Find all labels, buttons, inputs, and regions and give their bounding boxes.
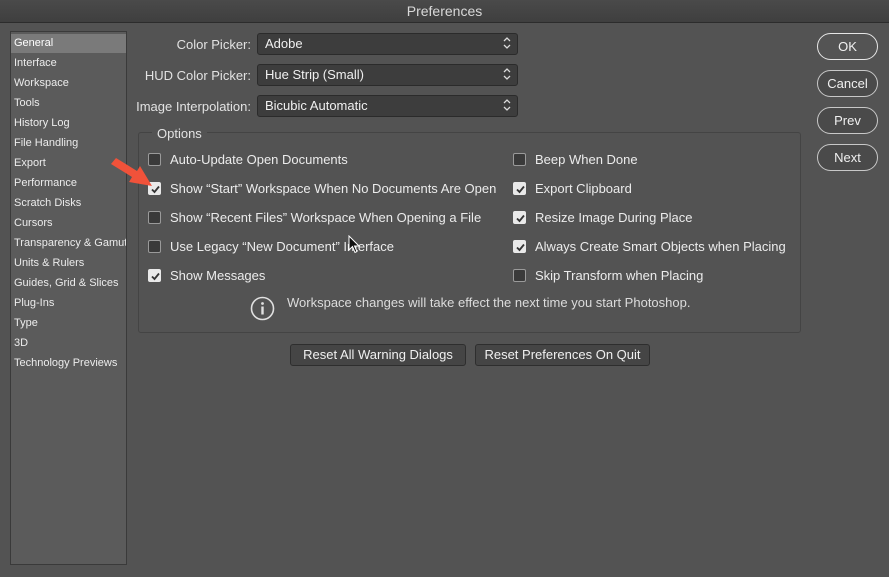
info-icon [250, 296, 275, 321]
sidebar-item-technology-previews[interactable]: Technology Previews [11, 354, 126, 373]
chevron-up-down-icon [503, 37, 511, 49]
beep-when-done-label: Beep When Done [535, 152, 638, 167]
show-recent-files-checkbox[interactable] [148, 211, 161, 224]
sidebar-item-guides-grid-slices[interactable]: Guides, Grid & Slices [11, 274, 126, 293]
show-messages-checkbox[interactable] [148, 269, 161, 282]
hud-color-picker-select[interactable]: Hue Strip (Small) [257, 64, 518, 86]
smart-objects-checkbox[interactable] [513, 240, 526, 253]
sidebar-item-tools[interactable]: Tools [11, 94, 126, 113]
reset-warning-dialogs-button[interactable]: Reset All Warning Dialogs [290, 344, 466, 366]
annotation-arrow-icon [111, 158, 152, 186]
export-clipboard-checkbox[interactable] [513, 182, 526, 195]
sidebar-item-workspace[interactable]: Workspace [11, 74, 126, 93]
skip-transform-checkbox[interactable] [513, 269, 526, 282]
show-start-workspace-label: Show “Start” Workspace When No Documents… [170, 181, 497, 196]
sidebar: General Interface Workspace Tools Histor… [10, 31, 127, 565]
image-interpolation-select[interactable]: Bicubic Automatic [257, 95, 518, 117]
color-picker-value: Adobe [265, 36, 303, 51]
sidebar-item-units-rulers[interactable]: Units & Rulers [11, 254, 126, 273]
export-clipboard-label: Export Clipboard [535, 181, 632, 196]
ok-button[interactable]: OK [817, 33, 878, 60]
chevron-up-down-icon [503, 68, 511, 80]
sidebar-item-interface[interactable]: Interface [11, 54, 126, 73]
workspace-info-text: Workspace changes will take effect the n… [287, 295, 691, 310]
resize-image-checkbox[interactable] [513, 211, 526, 224]
sidebar-item-scratch-disks[interactable]: Scratch Disks [11, 194, 126, 213]
sidebar-item-plug-ins[interactable]: Plug-Ins [11, 294, 126, 313]
sidebar-item-cursors[interactable]: Cursors [11, 214, 126, 233]
cancel-button[interactable]: Cancel [817, 70, 878, 97]
smart-objects-label: Always Create Smart Objects when Placing [535, 239, 786, 254]
checkmark-icon [516, 185, 525, 194]
image-interpolation-label: Image Interpolation: [136, 99, 251, 114]
color-picker-label: Color Picker: [176, 37, 251, 52]
sidebar-item-history-log[interactable]: History Log [11, 114, 126, 133]
options-group-title: Options [152, 126, 207, 141]
color-picker-select[interactable]: Adobe [257, 33, 518, 55]
prev-button[interactable]: Prev [817, 107, 878, 134]
window-title: Preferences [0, 0, 889, 23]
mouse-cursor-icon [348, 235, 361, 254]
beep-when-done-checkbox[interactable] [513, 153, 526, 166]
show-messages-label: Show Messages [170, 268, 266, 283]
checkmark-icon [151, 272, 160, 281]
preferences-window: Preferences General Interface Workspace … [0, 0, 889, 577]
reset-preferences-button[interactable]: Reset Preferences On Quit [475, 344, 650, 366]
show-recent-files-label: Show “Recent Files” Workspace When Openi… [170, 210, 482, 225]
sidebar-item-file-handling[interactable]: File Handling [11, 134, 126, 153]
chevron-up-down-icon [503, 99, 511, 111]
hud-color-picker-label: HUD Color Picker: [144, 68, 251, 83]
skip-transform-label: Skip Transform when Placing [535, 268, 704, 283]
image-interpolation-value: Bicubic Automatic [265, 98, 368, 113]
sidebar-item-transparency-gamut[interactable]: Transparency & Gamut [11, 234, 126, 253]
resize-image-label: Resize Image During Place [535, 210, 693, 225]
sidebar-item-type[interactable]: Type [11, 314, 126, 333]
sidebar-item-3d[interactable]: 3D [11, 334, 126, 353]
sidebar-item-general[interactable]: General [11, 34, 126, 53]
next-button[interactable]: Next [817, 144, 878, 171]
hud-color-picker-value: Hue Strip (Small) [265, 67, 364, 82]
checkmark-icon [516, 243, 525, 252]
checkmark-icon [516, 214, 525, 223]
auto-update-label: Auto-Update Open Documents [170, 152, 348, 167]
legacy-new-document-checkbox[interactable] [148, 240, 161, 253]
